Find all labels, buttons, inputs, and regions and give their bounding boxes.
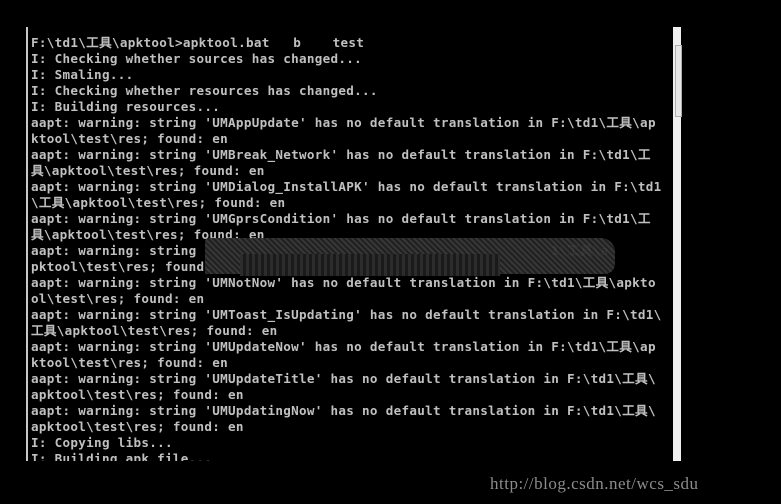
- console-line: aapt: warning: string 'UMBreak_Network' …: [31, 147, 651, 162]
- console-line: aapt: warning: string 'UMToast_IsUpdatin…: [31, 307, 662, 322]
- console-line: I: Copying libs...: [31, 435, 173, 450]
- console-line: ktool\test\res; found: en: [31, 131, 229, 146]
- console-line: apktool\test\res; found: en: [31, 387, 244, 402]
- console-line: \工具\apktool\test\res; found: en: [31, 195, 286, 210]
- console-line: ktool\test\res; found: en: [31, 355, 229, 370]
- console-line: F:\td1\工具\apktool>apktool.bat b test: [31, 35, 365, 50]
- console-line: aapt: warning: string 'UMGprsCondition' …: [31, 211, 651, 226]
- console-line: aapt: warning: string 'UMUpdateTitle' ha…: [31, 371, 656, 386]
- console-line: aapt: warning: string 'UMNotNow' has no …: [31, 275, 656, 290]
- console-line: 工具\apktool\test\res; found: en: [31, 323, 278, 338]
- console-line: I: Checking whether sources has changed.…: [31, 51, 363, 66]
- redaction-blur-inner: [240, 254, 500, 276]
- console-line: aapt: warning: string 'UMDialog_InstallA…: [31, 179, 662, 194]
- console-line: apktool\test\res; found: en: [31, 419, 244, 434]
- console-line: I: Checking whether resources has change…: [31, 83, 378, 98]
- console-line: aapt: warning: string 'UMUpdateNow' has …: [31, 339, 656, 354]
- console-line: I: Building apk file...: [31, 451, 213, 461]
- console-line: I: Building resources...: [31, 99, 221, 114]
- console-line: 具\apktool\test\res; found: en: [31, 163, 265, 178]
- window-left-border: [26, 27, 28, 461]
- console-line: ol\test\res; found: en: [31, 291, 205, 306]
- console-line: aapt: warning: string 'UMAppUpdate' has …: [31, 115, 656, 130]
- scrollbar-thumb[interactable]: [675, 45, 682, 117]
- console-line: aapt: warning: string 'UMUpdatingNow' ha…: [31, 403, 656, 418]
- console-line: I: Smaling...: [31, 67, 134, 82]
- watermark: http://blog.csdn.net/wcs_sdu: [490, 474, 699, 493]
